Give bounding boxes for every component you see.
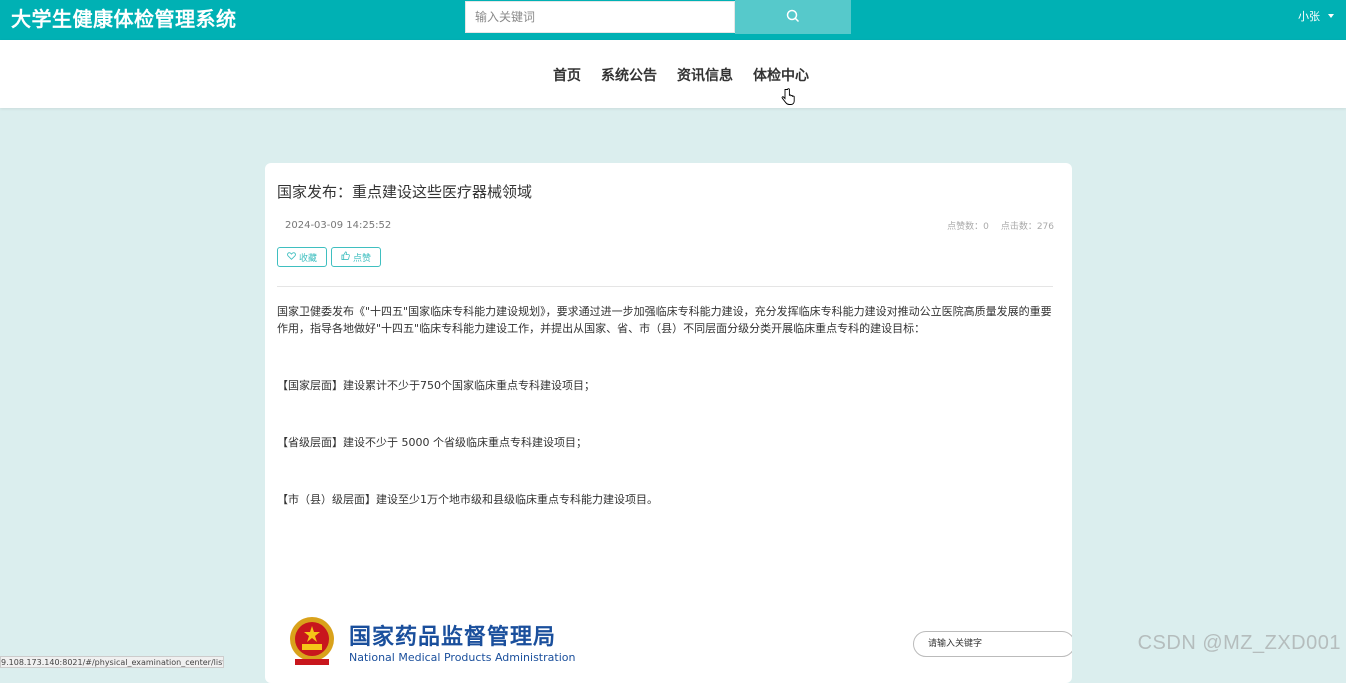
nmpa-name-cn: 国家药品监督管理局: [349, 625, 557, 650]
thumbs-up-icon: [341, 251, 350, 263]
watermark: CSDN @MZ_ZXD001: [1137, 632, 1341, 654]
embedded-nmpa-image: 国家药品监督管理局 National Medical Products Admi…: [265, 603, 1072, 683]
article-title: 国家发布：重点建设这些医疗器械领域: [277, 183, 533, 201]
username: 小张: [1298, 10, 1320, 23]
like-count: 点赞数：0: [947, 222, 989, 232]
search-icon: [786, 9, 800, 26]
article-actions: 收藏 点赞: [277, 247, 382, 267]
divider: [277, 286, 1053, 287]
article-content: 国家卫健委发布《"十四五"国家临床专科能力建设规划》，要求通过进一步加强临床专科…: [277, 303, 1059, 508]
favorite-label: 收藏: [299, 253, 318, 264]
main-nav: 首页 系统公告 资讯信息 体检中心: [548, 67, 819, 85]
heart-icon: [287, 251, 296, 263]
nav-bar: 首页 系统公告 资讯信息 体检中心: [0, 40, 1346, 108]
nmpa-search-input: [913, 631, 1072, 657]
article-paragraph: 【省级层面】建设不少于 5000 个省级临床重点专科建设项目；: [277, 436, 587, 449]
nav-item-news[interactable]: 资讯信息: [667, 67, 743, 85]
user-menu[interactable]: 小张: [1298, 8, 1334, 24]
favorite-button[interactable]: 收藏: [277, 247, 328, 267]
click-count: 点击数：276: [1000, 222, 1054, 232]
like-button[interactable]: 点赞: [331, 247, 382, 267]
nav-item-announcements[interactable]: 系统公告: [591, 67, 667, 85]
site-title[interactable]: 大学生健康体检管理系统: [11, 4, 237, 34]
national-emblem-icon: [287, 615, 337, 671]
top-header-bar: 大学生健康体检管理系统 小张: [0, 0, 1346, 40]
hand-pointer-cursor-icon: [781, 88, 795, 110]
article-paragraph: 国家卫健委发布《"十四五"国家临床专科能力建设规划》，要求通过进一步加强临床专科…: [277, 305, 1052, 335]
article-stats: 点赞数：0 点击数：276: [947, 219, 1054, 232]
article-paragraph: 【市（县）级层面】建设至少1万个地市级和县级临床重点专科能力建设项目。: [277, 493, 658, 506]
like-label: 点赞: [353, 253, 372, 264]
search-input[interactable]: [465, 1, 735, 33]
nav-item-exam-center[interactable]: 体检中心: [743, 67, 819, 85]
article-date: 2024-03-09 14:25:52: [285, 220, 392, 231]
status-bar-url: 9.108.173.140:8021/#/physical_examinatio…: [0, 656, 224, 668]
nav-item-home[interactable]: 首页: [548, 67, 591, 85]
article-card: 国家发布：重点建设这些医疗器械领域 2024-03-09 14:25:52 点赞…: [265, 163, 1072, 683]
article-paragraph: 【国家层面】建设累计不少于750个国家临床重点专科建设项目；: [277, 379, 595, 392]
nmpa-name-en: National Medical Products Administration: [349, 651, 576, 664]
search-button[interactable]: [735, 0, 851, 34]
chevron-down-icon: [1328, 14, 1334, 18]
